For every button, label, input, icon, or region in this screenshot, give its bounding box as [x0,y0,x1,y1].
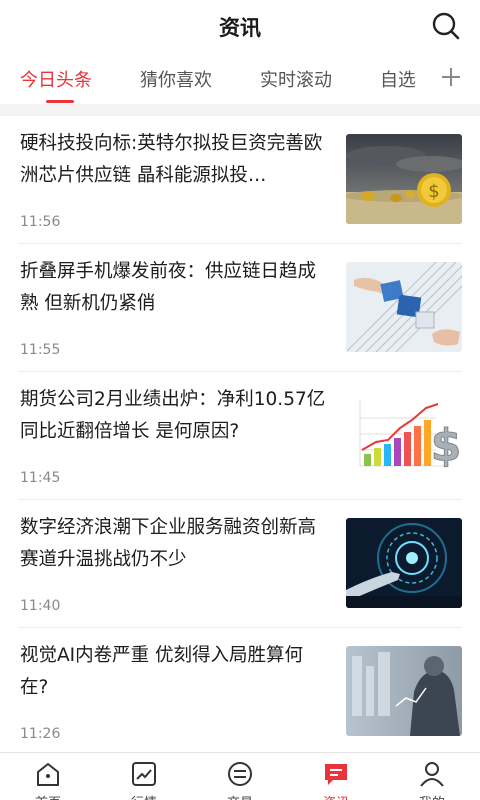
nav-trade-label: 交易 [192,792,288,800]
nav-news-label: 资讯 [288,792,384,800]
plus-icon[interactable] [436,62,466,92]
market-chart-icon [132,762,156,786]
home-icon [37,763,59,786]
coins-desert-image: $ [346,134,462,224]
search-icon[interactable] [430,10,462,42]
page-title: 资讯 [219,16,261,40]
nav-news[interactable]: 资讯 [288,753,384,800]
business-ai-image [346,646,462,736]
news-time: 11:40 [20,598,61,614]
tab-realtime[interactable]: 实时滚动 [260,66,332,92]
news-time: 11:45 [20,470,61,486]
news-headline[interactable]: 期货公司2月业绩出炉：净利10.57亿同比近翻倍增长 是何原因? [20,384,330,448]
news-headline[interactable]: 折叠屏手机爆发前夜：供应链日趋成熟 但新机仍紧俏 [20,256,330,320]
nav-market-label: 行情 [96,792,192,800]
news-headline[interactable]: 视觉AI内卷严重 优刻得入局胜算何在? [20,640,330,704]
category-tabs: 今日头条 猜你喜欢 实时滚动 自选 [0,52,480,104]
news-headline[interactable]: 数字经济浪潮下企业服务融资创新高 赛道升温挑战仍不少 [20,512,330,576]
section-divider [0,104,480,116]
trade-exchange-icon [228,762,252,786]
svg-text:$: $ [428,181,439,202]
nav-home-label: 首页 [0,792,96,800]
active-tab-indicator [46,100,74,103]
news-item[interactable]: 期货公司2月业绩出炉：净利10.57亿同比近翻倍增长 是何原因? 11:45 $ [18,372,462,500]
nav-market[interactable]: 行情 [96,753,192,800]
news-icon [325,764,347,785]
puzzle-hands-image [346,262,462,352]
news-time: 11:26 [20,726,61,742]
bottom-nav: 首页 行情 交易 资讯 我的 [0,752,480,800]
svg-text:$: $ [431,420,462,471]
news-list: 硬科技投向标:英特尔拟投巨资完善欧洲芯片供应链 晶科能源拟投… 11:56 $ … [0,116,480,756]
tab-headlines[interactable]: 今日头条 [20,66,92,92]
profile-icon [420,762,444,787]
news-time: 11:55 [20,342,61,358]
digital-hand-image [346,518,462,608]
tab-recommended[interactable]: 猜你喜欢 [140,66,212,92]
nav-home[interactable]: 首页 [0,753,96,800]
news-time: 11:56 [20,214,61,230]
tab-scroll-fade [410,52,438,104]
news-item[interactable]: 折叠屏手机爆发前夜：供应链日趋成熟 但新机仍紧俏 11:55 [18,244,462,372]
app-header: 资讯 [0,0,480,52]
news-item[interactable]: 视觉AI内卷严重 优刻得入局胜算何在? 11:26 [18,628,462,756]
nav-trade[interactable]: 交易 [192,753,288,800]
news-headline[interactable]: 硬科技投向标:英特尔拟投巨资完善欧洲芯片供应链 晶科能源拟投… [20,128,330,192]
news-item[interactable]: 硬科技投向标:英特尔拟投巨资完善欧洲芯片供应链 晶科能源拟投… 11:56 $ [18,116,462,244]
news-item[interactable]: 数字经济浪潮下企业服务融资创新高 赛道升温挑战仍不少 11:40 [18,500,462,628]
nav-profile-label: 我的 [384,792,480,800]
nav-profile[interactable]: 我的 [384,753,480,800]
growth-chart-dollar-image: $ [346,390,462,480]
